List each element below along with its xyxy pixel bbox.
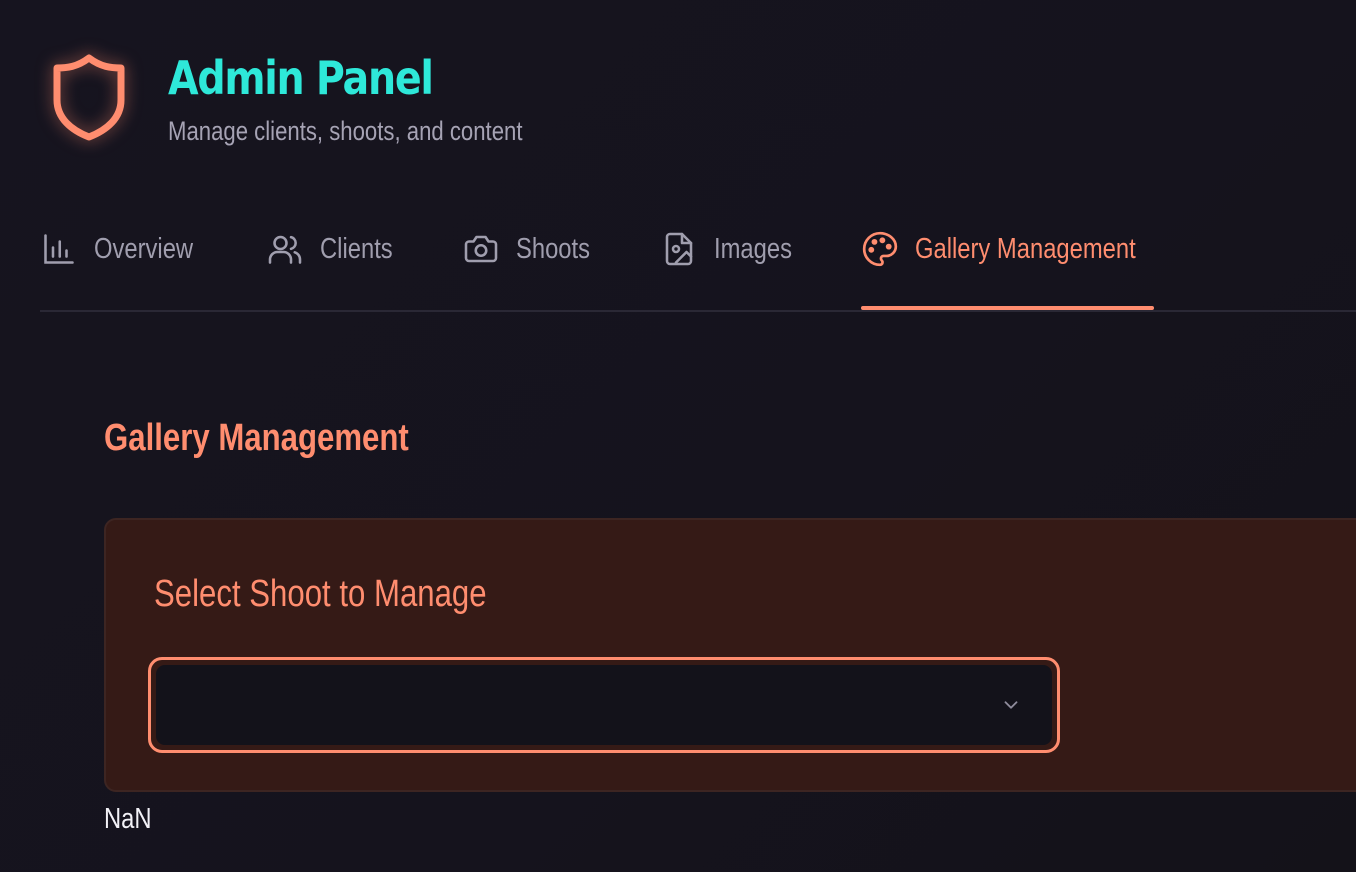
image-file-icon bbox=[660, 230, 698, 268]
tab-clients-label: Clients bbox=[320, 233, 393, 265]
tab-images[interactable]: Images bbox=[660, 214, 809, 308]
card-title: Select Shoot to Manage bbox=[154, 573, 487, 615]
tab-shoots-label: Shoots bbox=[516, 233, 591, 265]
camera-icon bbox=[462, 230, 500, 268]
tab-shoots[interactable]: Shoots bbox=[462, 214, 606, 308]
shoot-select[interactable] bbox=[148, 657, 1060, 753]
status-text: NaN bbox=[104, 803, 152, 835]
palette-icon bbox=[861, 230, 899, 268]
chevron-down-icon[interactable] bbox=[1000, 694, 1022, 716]
tab-gallery-management-label: Gallery Management bbox=[915, 233, 1136, 265]
tab-overview-label: Overview bbox=[94, 233, 194, 265]
admin-page: Admin Panel Manage clients, shoots, and … bbox=[0, 0, 1356, 872]
tab-clients[interactable]: Clients bbox=[266, 214, 409, 308]
app-title: Admin Panel bbox=[168, 51, 434, 105]
tab-gallery-management[interactable]: Gallery Management bbox=[861, 214, 1154, 310]
header-titles: Admin Panel Manage clients, shoots, and … bbox=[168, 50, 600, 147]
shield-icon bbox=[48, 48, 130, 144]
tab-overview[interactable]: Overview bbox=[40, 214, 215, 308]
header: Admin Panel Manage clients, shoots, and … bbox=[48, 48, 600, 147]
users-icon bbox=[266, 230, 304, 268]
tab-images-label: Images bbox=[714, 233, 792, 265]
tab-bar: Overview Clients Shoots Images Gallery M… bbox=[40, 214, 1356, 312]
section-title: Gallery Management bbox=[104, 417, 409, 459]
shoot-select-field[interactable] bbox=[156, 665, 1052, 745]
app-subtitle: Manage clients, shoots, and content bbox=[168, 116, 523, 146]
select-shoot-card: Select Shoot to Manage bbox=[104, 518, 1356, 792]
bar-chart-icon bbox=[40, 230, 78, 268]
